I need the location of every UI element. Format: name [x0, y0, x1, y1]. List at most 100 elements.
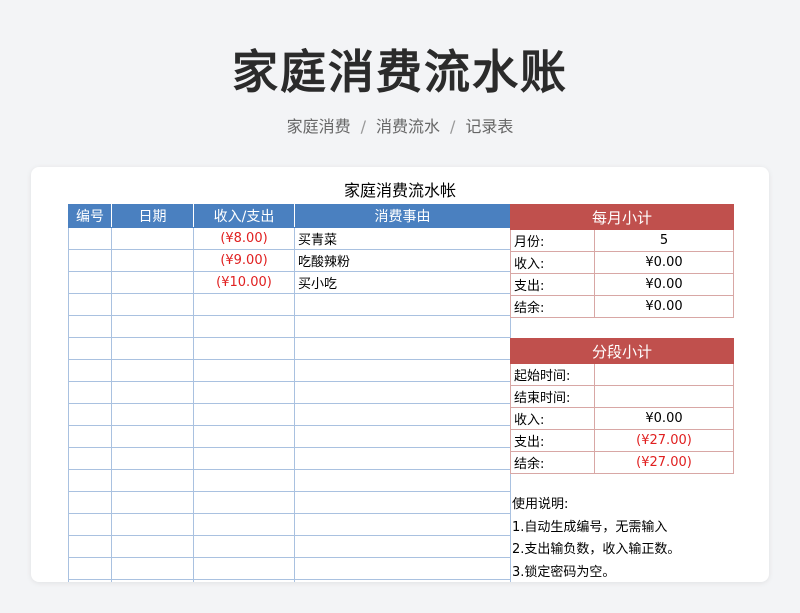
instructions-heading: 使用说明: [512, 497, 569, 512]
ledger-cell-amount[interactable]: (¥8.00) [193, 227, 295, 250]
ledger-row [68, 579, 511, 582]
segment-row-income: 收入: ¥0.00 [510, 407, 734, 430]
ledger-cell-amount[interactable] [193, 535, 295, 558]
ledger-cell-date[interactable] [111, 315, 194, 338]
ledger-cell-id[interactable] [68, 359, 112, 382]
ledger-cell-amount[interactable] [193, 491, 295, 514]
ledger-cell-reason[interactable] [294, 513, 511, 536]
ledger-cell-amount[interactable] [193, 425, 295, 448]
segment-value[interactable]: ¥0.00 [594, 407, 734, 430]
breadcrumb-item[interactable]: 消费流水 [376, 117, 440, 136]
monthly-value[interactable]: ¥0.00 [594, 273, 734, 296]
segment-label: 结束时间: [510, 385, 595, 408]
ledger-cell-date[interactable] [111, 535, 194, 558]
ledger-cell-reason[interactable] [294, 491, 511, 514]
segment-start-cell[interactable] [594, 363, 734, 386]
segment-value[interactable]: (¥27.00) [594, 451, 734, 474]
ledger-cell-amount[interactable] [193, 359, 295, 382]
ledger-cell-amount[interactable]: (¥10.00) [193, 271, 295, 294]
ledger-cell-date[interactable] [111, 557, 194, 580]
ledger-cell-amount[interactable] [193, 469, 295, 492]
ledger-cell-reason[interactable] [294, 403, 511, 426]
ledger-cell-id[interactable] [68, 469, 112, 492]
ledger-cell-id[interactable] [68, 557, 112, 580]
ledger-row: (¥10.00) 买小吃 [68, 271, 511, 294]
ledger-cell-amount[interactable] [193, 513, 295, 536]
monthly-month-cell[interactable]: 5 [594, 229, 734, 252]
ledger-cell-id[interactable] [68, 447, 112, 470]
ledger-cell-amount[interactable] [193, 579, 295, 582]
segment-label: 支出: [510, 429, 595, 452]
ledger-cell-date[interactable] [111, 447, 194, 470]
ledger-cell-id[interactable] [68, 513, 112, 536]
ledger-row [68, 337, 511, 360]
ledger-cell-date[interactable] [111, 403, 194, 426]
breadcrumb-item[interactable]: 家庭消费 [287, 117, 351, 136]
ledger-cell-id[interactable] [68, 381, 112, 404]
monthly-value[interactable]: ¥0.00 [594, 295, 734, 318]
ledger-cell-amount[interactable] [193, 557, 295, 580]
ledger-cell-date[interactable] [111, 491, 194, 514]
ledger-cell-id[interactable] [68, 425, 112, 448]
ledger-cell-amount[interactable] [193, 315, 295, 338]
ledger-cell-id[interactable] [68, 403, 112, 426]
ledger-cell-date[interactable] [111, 249, 194, 272]
ledger-cell-reason[interactable] [294, 535, 511, 558]
ledger-cell-reason[interactable] [294, 381, 511, 404]
ledger-row: (¥9.00) 吃酸辣粉 [68, 249, 511, 272]
ledger-cell-reason[interactable]: 买小吃 [294, 271, 511, 294]
ledger-cell-id[interactable] [68, 579, 112, 582]
ledger-cell-reason[interactable]: 买青菜 [294, 227, 511, 250]
ledger-cell-date[interactable] [111, 513, 194, 536]
ledger-cell-reason[interactable] [294, 337, 511, 360]
ledger-row [68, 293, 511, 316]
ledger-cell-amount[interactable] [193, 381, 295, 404]
ledger-cell-id[interactable] [68, 315, 112, 338]
spreadsheet-card: 家庭消费流水帐 编号 日期 收入/支出 消费事由 (¥8.00) 买青菜 (¥9.0… [31, 167, 769, 582]
ledger-cell-id[interactable] [68, 491, 112, 514]
ledger-cell-reason[interactable] [294, 359, 511, 382]
ledger-cell-amount[interactable]: (¥9.00) [193, 249, 295, 272]
ledger-cell-amount[interactable] [193, 447, 295, 470]
ledger-cell-date[interactable] [111, 271, 194, 294]
ledger-cell-amount[interactable] [193, 293, 295, 316]
segment-end-cell[interactable] [594, 385, 734, 408]
ledger-cell-date[interactable] [111, 381, 194, 404]
ledger-cell-date[interactable] [111, 293, 194, 316]
ledger-cell-id[interactable] [68, 249, 112, 272]
ledger-cell-date[interactable] [111, 425, 194, 448]
segment-value[interactable]: (¥27.00) [594, 429, 734, 452]
ledger-cell-reason[interactable]: 吃酸辣粉 [294, 249, 511, 272]
monthly-label: 结余: [510, 295, 595, 318]
segment-row-balance: 结余: (¥27.00) [510, 451, 734, 474]
ledger-cell-reason[interactable] [294, 425, 511, 448]
ledger-row [68, 469, 511, 492]
monthly-value[interactable]: ¥0.00 [594, 251, 734, 274]
segment-row-start: 起始时间: [510, 363, 734, 386]
ledger-row [68, 513, 511, 536]
column-header-reason: 消费事由 [294, 204, 511, 228]
ledger-cell-id[interactable] [68, 227, 112, 250]
ledger-cell-reason[interactable] [294, 293, 511, 316]
ledger-cell-reason[interactable] [294, 557, 511, 580]
ledger-cell-id[interactable] [68, 535, 112, 558]
ledger-cell-date[interactable] [111, 469, 194, 492]
ledger-cell-reason[interactable] [294, 579, 511, 582]
ledger-row [68, 557, 511, 580]
ledger-cell-reason[interactable] [294, 315, 511, 338]
ledger-cell-id[interactable] [68, 293, 112, 316]
ledger-cell-date[interactable] [111, 579, 194, 582]
ledger-cell-amount[interactable] [193, 403, 295, 426]
ledger-cell-date[interactable] [111, 359, 194, 382]
sheet-title: 家庭消费流水帐 [343, 181, 456, 200]
ledger-cell-reason[interactable] [294, 447, 511, 470]
ledger-cell-id[interactable] [68, 271, 112, 294]
ledger-cell-date[interactable] [111, 227, 194, 250]
ledger-row [68, 381, 511, 404]
ledger-cell-reason[interactable] [294, 469, 511, 492]
breadcrumb: 家庭消费 / 消费流水 / 记录表 [0, 113, 800, 137]
ledger-cell-amount[interactable] [193, 337, 295, 360]
ledger-cell-id[interactable] [68, 337, 112, 360]
column-header-date: 日期 [111, 204, 194, 228]
ledger-cell-date[interactable] [111, 337, 194, 360]
